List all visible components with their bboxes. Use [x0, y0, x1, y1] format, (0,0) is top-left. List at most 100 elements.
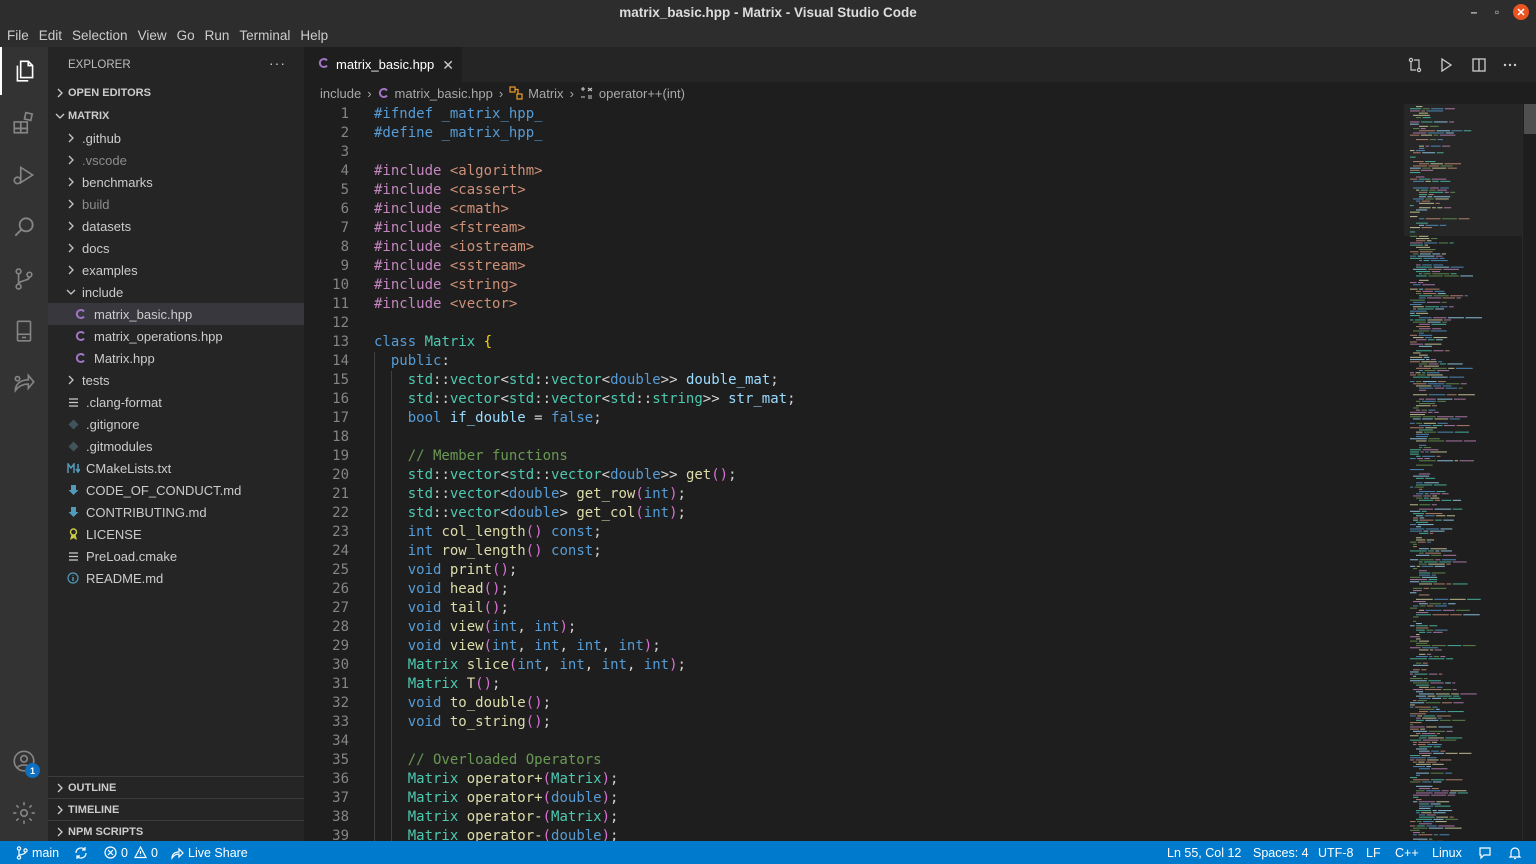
code-line: 19 // Member functions	[304, 447, 1404, 466]
file-item-contributing-md[interactable]: CONTRIBUTING.md	[48, 501, 304, 523]
breadcrumb-symbol[interactable]: operator++(int)	[599, 86, 685, 101]
extensions-icon[interactable]	[0, 99, 48, 147]
close-window-button[interactable]: ✕	[1509, 0, 1533, 24]
minimap-token	[1410, 427, 1424, 429]
minimap-token	[1413, 543, 1417, 545]
menu-run[interactable]: Run	[200, 24, 235, 47]
problems-status[interactable]: 0 0	[104, 841, 158, 864]
source-control-icon[interactable]	[0, 255, 48, 303]
menu-selection[interactable]: Selection	[67, 24, 133, 47]
file-item-matrix-operations-hpp[interactable]: matrix_operations.hpp	[48, 325, 304, 347]
split-editor-icon[interactable]	[1464, 47, 1494, 82]
minimap-token	[1413, 475, 1430, 477]
minimap-token	[1410, 156, 1416, 158]
file-item-license[interactable]: LICENSE	[48, 523, 304, 545]
folder-item-examples[interactable]: examples	[48, 259, 304, 281]
line-number: 11	[332, 296, 349, 312]
minimap-token	[1440, 528, 1453, 530]
menu-edit[interactable]: Edit	[34, 24, 67, 47]
folder-item-docs[interactable]: docs	[48, 237, 304, 259]
minimap-token	[1419, 389, 1427, 391]
live-share-icon[interactable]	[0, 359, 48, 407]
section-timeline[interactable]: TIMELINE	[48, 798, 304, 820]
cursor-position[interactable]: Ln 55, Col 12	[1167, 841, 1241, 864]
menu-view[interactable]: View	[133, 24, 172, 47]
minimap-token	[1419, 750, 1430, 752]
compare-changes-icon[interactable]	[1400, 47, 1430, 82]
eol-status[interactable]: LF	[1366, 841, 1381, 864]
notifications-icon[interactable]	[1508, 841, 1522, 864]
breadcrumb-file[interactable]: matrix_basic.hpp	[395, 86, 493, 101]
run-debug-icon[interactable]	[0, 151, 48, 199]
line-number: 20	[332, 467, 349, 483]
maximize-button[interactable]: ▫	[1485, 0, 1509, 24]
explorer-icon[interactable]	[0, 47, 48, 95]
minimap-token	[1410, 510, 1421, 512]
line-source: bool if_double = false;	[407, 410, 602, 426]
minimize-button[interactable]: –	[1462, 0, 1486, 24]
run-icon[interactable]	[1431, 47, 1461, 82]
menu-go[interactable]: Go	[172, 24, 200, 47]
folder-item-benchmarks[interactable]: benchmarks	[48, 171, 304, 193]
folder-item-vscode[interactable]: .vscode	[48, 149, 304, 171]
folder-item-github[interactable]: .github	[48, 127, 304, 149]
folder-item-build[interactable]: build	[48, 193, 304, 215]
file-item-matrix-hpp[interactable]: Matrix.hpp	[48, 347, 304, 369]
folder-item-tests[interactable]: tests	[48, 369, 304, 391]
remote-explorer-icon[interactable]	[0, 307, 48, 355]
minimap-token	[1432, 763, 1444, 765]
tab-matrix-basic[interactable]: matrix_basic.hpp ✕	[304, 47, 462, 82]
minimap-token	[1433, 656, 1439, 658]
file-item-cmakelists-txt[interactable]: CMakeLists.txt	[48, 457, 304, 479]
minimap-token	[1413, 741, 1417, 743]
manage-gear-icon[interactable]	[0, 789, 48, 837]
section-outline[interactable]: OUTLINE	[48, 776, 304, 798]
project-section[interactable]: MATRIX	[48, 105, 304, 127]
live-share-status[interactable]: Live Share	[170, 841, 248, 864]
minimap-token	[1419, 711, 1429, 713]
minimap[interactable]	[1404, 104, 1522, 842]
menu-file[interactable]: File	[2, 24, 34, 47]
menu-terminal[interactable]: Terminal	[234, 24, 295, 47]
search-icon[interactable]	[0, 203, 48, 251]
minimap-token	[1419, 508, 1433, 510]
folder-item-include[interactable]: include	[48, 281, 304, 303]
branch-status[interactable]: main	[16, 841, 59, 864]
minimap-token	[1419, 649, 1429, 651]
breadcrumb-folder[interactable]: include	[320, 86, 361, 101]
close-tab-icon[interactable]: ✕	[442, 57, 454, 74]
minimap-token	[1432, 495, 1437, 497]
file-item-clang-format[interactable]: .clang-format	[48, 391, 304, 413]
accounts-icon[interactable]: 1	[0, 737, 48, 785]
open-editors-section[interactable]: OPEN EDITORS	[48, 82, 304, 104]
menu-help[interactable]: Help	[295, 24, 333, 47]
line-source: void view(int, int, int, int);	[407, 638, 661, 654]
language-mode[interactable]: C++	[1395, 841, 1419, 864]
file-item-gitignore[interactable]: .gitignore	[48, 413, 304, 435]
file-item-readme-md[interactable]: README.md	[48, 567, 304, 589]
minimap-token	[1427, 757, 1437, 759]
editor-scrollbar[interactable]	[1522, 104, 1536, 841]
indentation-status[interactable]: Spaces: 4	[1253, 841, 1309, 864]
minimap-token	[1420, 128, 1426, 130]
more-actions-icon[interactable]	[1495, 47, 1525, 82]
file-item-code-of-conduct-md[interactable]: CODE_OF_CONDUCT.md	[48, 479, 304, 501]
minimap-token	[1410, 282, 1417, 284]
minimap-token	[1425, 161, 1436, 163]
file-item-matrix-basic-hpp[interactable]: matrix_basic.hpp	[48, 303, 304, 325]
code-editor[interactable]: 1 #ifndef _matrix_hpp_ 2 #define _matrix_hp…	[304, 104, 1404, 841]
folder-item-datasets[interactable]: datasets	[48, 215, 304, 237]
section-npm-scripts[interactable]: NPM SCRIPTS	[48, 820, 304, 842]
encoding-status[interactable]: UTF-8	[1318, 841, 1353, 864]
minimap-token	[1410, 411, 1427, 413]
platform-status[interactable]: Linux	[1432, 841, 1462, 864]
more-actions-icon[interactable]: ···	[269, 55, 286, 71]
minimap-token	[1428, 563, 1445, 565]
file-item-preload-cmake[interactable]: PreLoad.cmake	[48, 545, 304, 567]
minimap-token	[1422, 739, 1439, 741]
feedback-icon[interactable]	[1478, 841, 1492, 864]
sync-icon[interactable]	[74, 841, 88, 864]
file-item-gitmodules[interactable]: .gitmodules	[48, 435, 304, 457]
scrollbar-thumb[interactable]	[1524, 104, 1536, 134]
breadcrumb-class[interactable]: Matrix	[528, 86, 563, 101]
